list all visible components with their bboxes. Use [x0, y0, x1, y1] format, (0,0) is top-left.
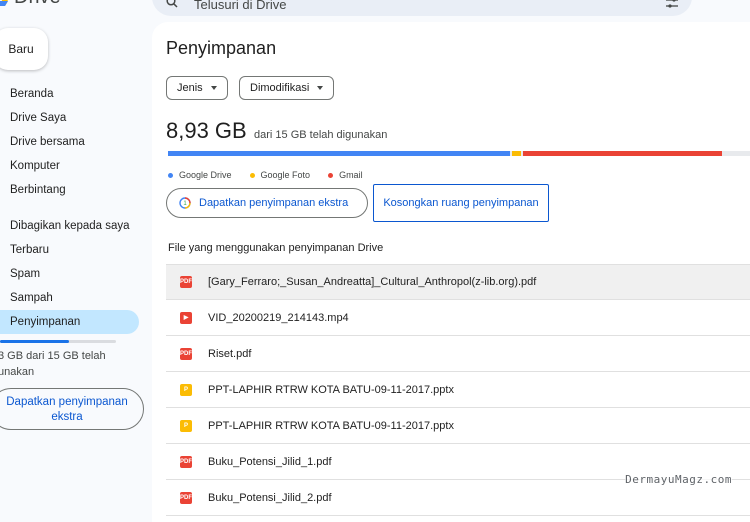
pdf-icon: PDF: [180, 455, 192, 468]
slides-icon: P: [180, 383, 192, 396]
sidebar-item-sampah[interactable]: Sampah: [0, 286, 139, 310]
chevron-down-icon: [317, 86, 324, 90]
pdf-icon: PDF: [180, 347, 192, 360]
storage-legend: Google Drive Google Foto Gmail: [168, 170, 363, 180]
file-row[interactable]: P PPT-LAPHIR RTRW KOTA BATU-09-11-2017.p…: [166, 372, 750, 408]
file-name: Buku_Potensi_Jilid_2.pdf: [208, 491, 332, 504]
sidebar-item-terbaru[interactable]: Terbaru: [0, 238, 139, 262]
watermark: DermayuMagz.com: [625, 473, 732, 486]
legend-dot: [249, 172, 255, 178]
sidebar-get-storage-button[interactable]: Dapatkan penyimpanan ekstra: [0, 388, 144, 430]
legend-gmail: Gmail: [328, 170, 363, 180]
legend-google-foto: Google Foto: [249, 170, 311, 180]
file-name: VID_20200219_214143.mp4: [208, 311, 349, 324]
filter-jenis-label: Jenis: [177, 82, 203, 94]
sidebar-item-beranda[interactable]: Beranda: [0, 82, 139, 106]
storage-usage-bar: [168, 151, 750, 156]
page-title: Penyimpanan: [166, 38, 277, 58]
filter-dimodifikasi-label: Dimodifikasi: [250, 82, 310, 94]
pdf-icon: PDF: [180, 491, 192, 504]
sidebar-item-dibagikan[interactable]: Dibagikan kepada saya: [0, 214, 139, 238]
quota-text: 3 GB dari 15 GB telah unakan: [0, 348, 118, 380]
storage-used-value: 8,93 GB: [166, 118, 247, 143]
svg-text:1: 1: [183, 201, 187, 207]
sidebar-item-drive-saya[interactable]: Drive Saya: [0, 106, 139, 130]
sidebar-cta-line1: Dapatkan penyimpanan: [6, 396, 128, 408]
file-row[interactable]: PDF [Gary_Ferraro;_Susan_Andreatta]_Cult…: [166, 264, 750, 300]
legend-google-drive: Google Drive: [168, 170, 232, 180]
file-name: Riset.pdf: [208, 347, 252, 360]
pdf-icon: PDF: [180, 276, 192, 288]
google-one-icon: 1: [179, 197, 191, 209]
sidebar-item-berbintang[interactable]: Berbintang: [0, 178, 139, 202]
storage-segment-1: [512, 151, 521, 156]
quota-text-line1: 3 GB dari 15 GB telah: [0, 350, 106, 362]
new-button[interactable]: Baru: [0, 28, 48, 70]
sidebar-item-komputer[interactable]: Komputer: [0, 154, 139, 178]
search-options-icon[interactable]: [666, 0, 678, 8]
sidebar-cta-line2: ekstra: [51, 411, 83, 423]
storage-used-caption: dari 15 GB telah digunakan: [254, 129, 388, 141]
quota-progress-bar: [0, 340, 116, 343]
file-name: Buku_Potensi_Jilid_1.pdf: [208, 455, 332, 468]
search-bar[interactable]: [152, 0, 692, 16]
files-heading: File yang menggunakan penyimpanan Drive: [168, 242, 384, 254]
clean-storage-button[interactable]: Kosongkan ruang penyimpanan: [373, 184, 549, 222]
filter-dimodifikasi[interactable]: Dimodifikasi: [239, 76, 335, 100]
video-icon: ▶: [180, 311, 192, 324]
drive-logo-icon: [0, 0, 8, 6]
file-row[interactable]: PDF Riset.pdf: [166, 336, 750, 372]
drive-logo[interactable]: Drive: [0, 0, 61, 9]
legend-label: Google Foto: [260, 170, 311, 180]
slides-icon: P: [180, 419, 192, 432]
search-input[interactable]: [192, 0, 616, 14]
file-name: [Gary_Ferraro;_Susan_Andreatta]_Cultural…: [208, 276, 537, 288]
file-name: PPT-LAPHIR RTRW KOTA BATU-09-11-2017.ppt…: [208, 383, 454, 396]
legend-label: Gmail: [339, 170, 363, 180]
file-row[interactable]: P PPT-LAPHIR RTRW KOTA BATU-09-11-2017.p…: [166, 408, 750, 444]
storage-segment-2: [523, 151, 722, 156]
quota-text-line2: unakan: [0, 366, 35, 378]
main-panel: Penyimpanan Jenis Dimodifikasi 8,93 GB d…: [152, 22, 750, 522]
storage-segment-0: [168, 151, 510, 156]
search-icon[interactable]: [166, 0, 178, 8]
legend-dot: [328, 172, 334, 178]
sidebar-item-drive-bersama[interactable]: Drive bersama: [0, 130, 139, 154]
sidebar-item-penyimpanan[interactable]: Penyimpanan: [0, 310, 139, 334]
get-storage-label: Dapatkan penyimpanan ekstra: [199, 197, 349, 209]
sidebar-item-spam[interactable]: Spam: [0, 262, 139, 286]
filter-jenis[interactable]: Jenis: [166, 76, 228, 100]
file-name: PPT-LAPHIR RTRW KOTA BATU-09-11-2017.ppt…: [208, 419, 454, 432]
legend-label: Google Drive: [179, 170, 232, 180]
app-name: Drive: [14, 0, 61, 9]
legend-dot: [168, 172, 173, 178]
chevron-down-icon: [210, 86, 217, 90]
file-row[interactable]: ▶ VID_20200219_214143.mp4: [166, 300, 750, 336]
quota-progress-fill: [0, 340, 69, 343]
get-storage-button[interactable]: 1 Dapatkan penyimpanan ekstra: [166, 188, 368, 218]
